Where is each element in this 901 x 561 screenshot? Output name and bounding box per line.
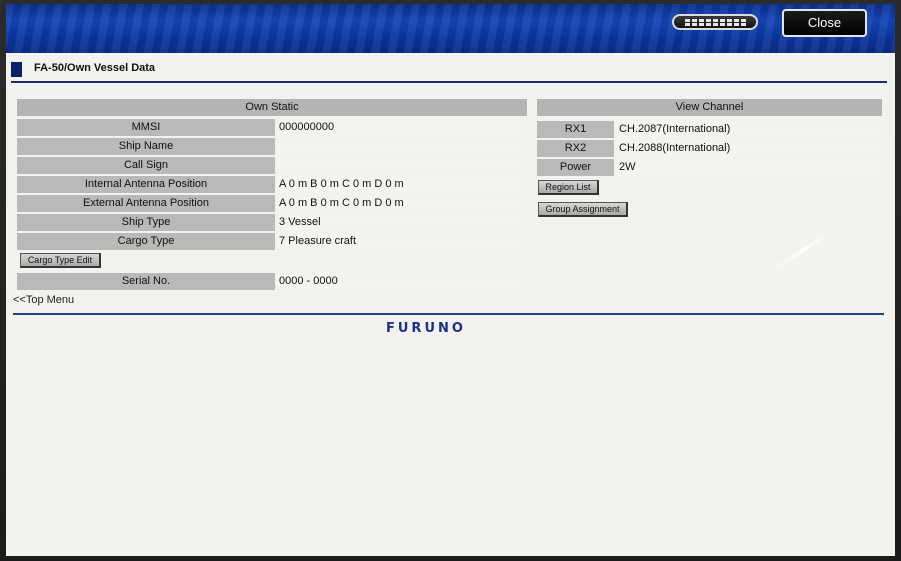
mmsi-label: MMSI <box>17 119 275 136</box>
own-static-header: Own Static <box>17 99 527 116</box>
own-vessel-data-window: FA-50/Own Vessel Data Own Static MMSI 00… <box>6 53 895 556</box>
title-divider <box>11 81 887 83</box>
screen-glare <box>770 229 834 273</box>
ship-name-value[interactable] <box>277 138 520 155</box>
keyboard-icon <box>684 18 746 26</box>
external-antenna-position-label: External Antenna Position <box>17 195 275 212</box>
serial-no-label: Serial No. <box>17 273 275 290</box>
screen: Close FA-50/Own Vessel Data Own Static M… <box>6 4 895 556</box>
mmsi-value[interactable]: 000000000 <box>277 119 520 136</box>
power-label: Power <box>537 159 614 176</box>
rx2-value: CH.2088(International) <box>616 140 882 157</box>
furuno-logo: FURUNO <box>386 321 466 336</box>
internal-antenna-position-label: Internal Antenna Position <box>17 176 275 193</box>
top-menu-link[interactable]: <<Top Menu <box>13 294 74 306</box>
cargo-type-value[interactable]: 7 Pleasure craft <box>277 233 520 250</box>
power-value: 2W <box>616 159 882 176</box>
window-title: FA-50/Own Vessel Data <box>34 62 156 74</box>
rx2-label: RX2 <box>537 140 614 157</box>
bottom-divider <box>13 313 884 315</box>
title-marker <box>11 62 22 77</box>
call-sign-value[interactable] <box>277 157 520 174</box>
keyboard-button[interactable] <box>672 14 758 30</box>
external-antenna-position-value[interactable]: A 0 m B 0 m C 0 m D 0 m <box>277 195 520 212</box>
cargo-type-label: Cargo Type <box>17 233 275 250</box>
region-list-button[interactable]: Region List <box>538 180 599 195</box>
top-bar: Close <box>6 4 895 53</box>
window-title-bar: FA-50/Own Vessel Data <box>11 60 881 78</box>
group-assignment-button[interactable]: Group Assignment <box>538 202 628 217</box>
rx1-value: CH.2087(International) <box>616 121 882 138</box>
ship-name-label: Ship Name <box>17 138 275 155</box>
rx1-label: RX1 <box>537 121 614 138</box>
serial-no-value: 0000 - 0000 <box>277 273 520 290</box>
view-channel-header: View Channel <box>537 99 882 116</box>
ship-type-label: Ship Type <box>17 214 275 231</box>
call-sign-label: Call Sign <box>17 157 275 174</box>
ship-type-value[interactable]: 3 Vessel <box>277 214 520 231</box>
close-button[interactable]: Close <box>782 9 867 37</box>
cargo-type-edit-button[interactable]: Cargo Type Edit <box>20 253 101 268</box>
internal-antenna-position-value[interactable]: A 0 m B 0 m C 0 m D 0 m <box>277 176 520 193</box>
wave-background <box>6 4 895 53</box>
